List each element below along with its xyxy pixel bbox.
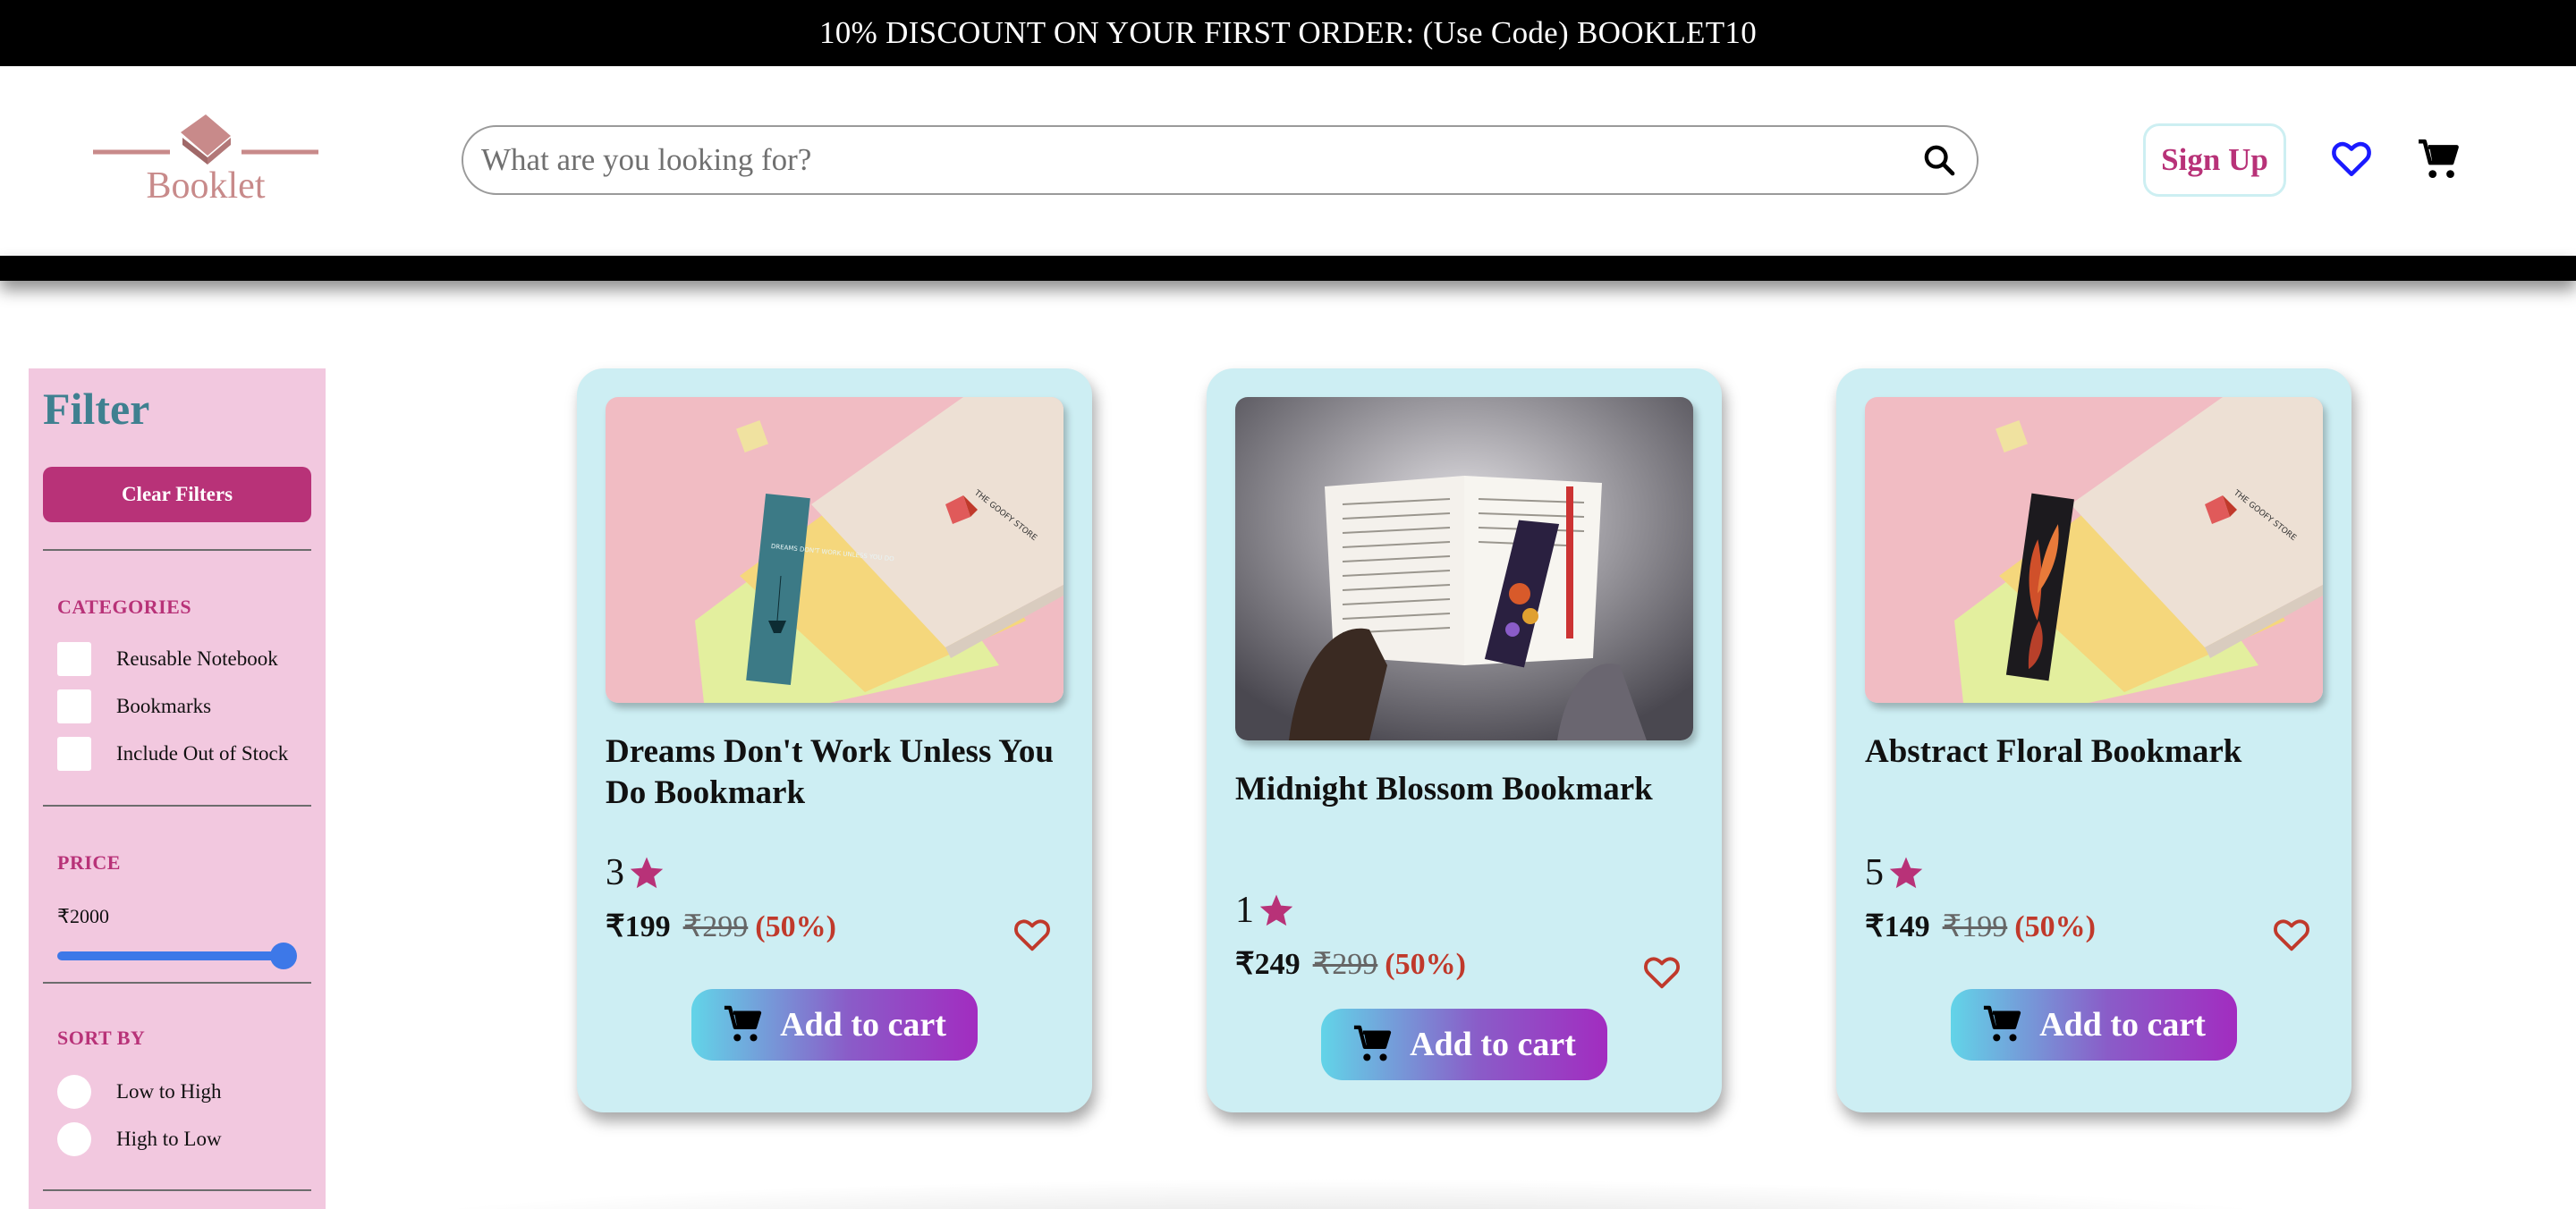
price-row: ₹249 ₹299 (50%) <box>1235 946 1466 982</box>
slider-thumb[interactable] <box>270 943 297 969</box>
price-row: ₹149 ₹199 (50%) <box>1865 909 2096 944</box>
wishlist-heart-icon[interactable] <box>2329 136 2374 181</box>
logo-text: Booklet <box>146 165 266 207</box>
category-option-reusable-notebook[interactable]: Reusable Notebook <box>57 642 278 676</box>
checkbox[interactable] <box>57 642 91 676</box>
current-price: ₹149 <box>1865 910 1930 943</box>
category-option-bookmarks[interactable]: Bookmarks <box>57 689 211 723</box>
category-option-out-of-stock[interactable]: Include Out of Stock <box>57 737 288 771</box>
wishlist-heart-icon[interactable] <box>1012 914 1053 955</box>
add-to-cart-label: Add to cart <box>1410 1026 1576 1063</box>
checkbox[interactable] <box>57 737 91 771</box>
product-card[interactable]: THE GOOFY STORE DREAMS DON'T WORK UNLESS… <box>577 368 1092 1112</box>
divider <box>43 982 311 984</box>
search-icon[interactable] <box>1919 140 1959 180</box>
footer-shadow <box>322 1179 2379 1209</box>
cart-icon <box>1354 1025 1392 1061</box>
original-price: ₹199 <box>1942 910 2008 943</box>
radio[interactable] <box>57 1122 91 1156</box>
star-icon <box>630 857 664 889</box>
cart-icon <box>1984 1005 2021 1042</box>
divider <box>43 1189 311 1191</box>
price-row: ₹199 ₹299 (50%) <box>606 909 836 944</box>
option-label: Include Out of Stock <box>116 742 289 765</box>
original-price: ₹299 <box>682 910 749 943</box>
rating-value: 3 <box>606 852 624 893</box>
option-label: Reusable Notebook <box>116 647 278 670</box>
radio[interactable] <box>57 1075 91 1109</box>
product-image[interactable] <box>1235 397 1693 740</box>
search-input[interactable] <box>481 142 1919 178</box>
promo-banner: 10% DISCOUNT ON YOUR FIRST ORDER: (Use C… <box>0 0 2576 66</box>
divider <box>43 549 311 551</box>
product-card[interactable]: Midnight Blossom Bookmark 1 ₹249 ₹299 (5… <box>1207 368 1722 1112</box>
option-label: Low to High <box>116 1080 222 1103</box>
rating-value: 5 <box>1865 852 1884 893</box>
product-title[interactable]: Midnight Blossom Bookmark <box>1235 769 1693 810</box>
option-label: High to Low <box>116 1128 222 1150</box>
star-icon <box>1259 894 1293 926</box>
filter-title: Filter <box>43 384 150 434</box>
clear-filters-button[interactable]: Clear Filters <box>43 467 311 522</box>
product-card[interactable]: THE GOOFY STORE Abstract Floral Bookmark… <box>1836 368 2351 1112</box>
filter-sidebar: Filter Clear Filters CATEGORIES Reusable… <box>29 368 326 1209</box>
original-price: ₹299 <box>1312 948 1378 981</box>
option-label: Bookmarks <box>116 695 212 717</box>
rating-value: 1 <box>1235 890 1254 931</box>
product-rating: 1 <box>1235 889 1295 932</box>
discount-percent: (50%) <box>2014 910 2096 943</box>
sort-option-high-to-low[interactable]: High to Low <box>57 1122 222 1156</box>
site-header: Booklet Sign Up <box>0 66 2576 256</box>
checkbox[interactable] <box>57 689 91 723</box>
search-bar <box>462 125 1979 195</box>
cart-icon[interactable] <box>2417 138 2462 182</box>
product-title[interactable]: Dreams Don't Work Unless You Do Bookmark <box>606 731 1063 814</box>
cart-icon <box>724 1005 762 1042</box>
current-price: ₹199 <box>606 910 671 943</box>
add-to-cart-label: Add to cart <box>780 1006 946 1044</box>
wishlist-heart-icon[interactable] <box>2271 914 2312 955</box>
wishlist-heart-icon[interactable] <box>1641 951 1682 993</box>
divider <box>43 805 311 807</box>
product-image[interactable]: THE GOOFY STORE DREAMS DON'T WORK UNLESS… <box>606 397 1063 703</box>
signup-button[interactable]: Sign Up <box>2143 123 2286 197</box>
slider-track <box>57 951 281 960</box>
add-to-cart-button[interactable]: Add to cart <box>1951 989 2237 1061</box>
add-to-cart-label: Add to cart <box>2039 1006 2206 1044</box>
discount-percent: (50%) <box>755 910 836 943</box>
book-logo-icon <box>93 114 318 165</box>
current-price: ₹249 <box>1235 948 1301 981</box>
star-icon <box>1889 857 1923 889</box>
price-slider[interactable] <box>57 943 297 969</box>
product-image[interactable]: THE GOOFY STORE <box>1865 397 2323 703</box>
sort-option-low-to-high[interactable]: Low to High <box>57 1075 222 1109</box>
nav-bar <box>0 256 2576 281</box>
product-rating: 5 <box>1865 851 1925 894</box>
add-to-cart-button[interactable]: Add to cart <box>1321 1009 1607 1080</box>
product-rating: 3 <box>606 851 665 894</box>
product-title[interactable]: Abstract Floral Bookmark <box>1865 731 2323 773</box>
logo[interactable]: Booklet <box>89 102 322 218</box>
add-to-cart-button[interactable]: Add to cart <box>691 989 978 1061</box>
discount-percent: (50%) <box>1385 948 1466 981</box>
sort-title: SORT BY <box>57 1027 146 1049</box>
categories-title: CATEGORIES <box>57 596 192 618</box>
price-title: PRICE <box>57 851 121 874</box>
price-value: ₹2000 <box>57 905 109 927</box>
